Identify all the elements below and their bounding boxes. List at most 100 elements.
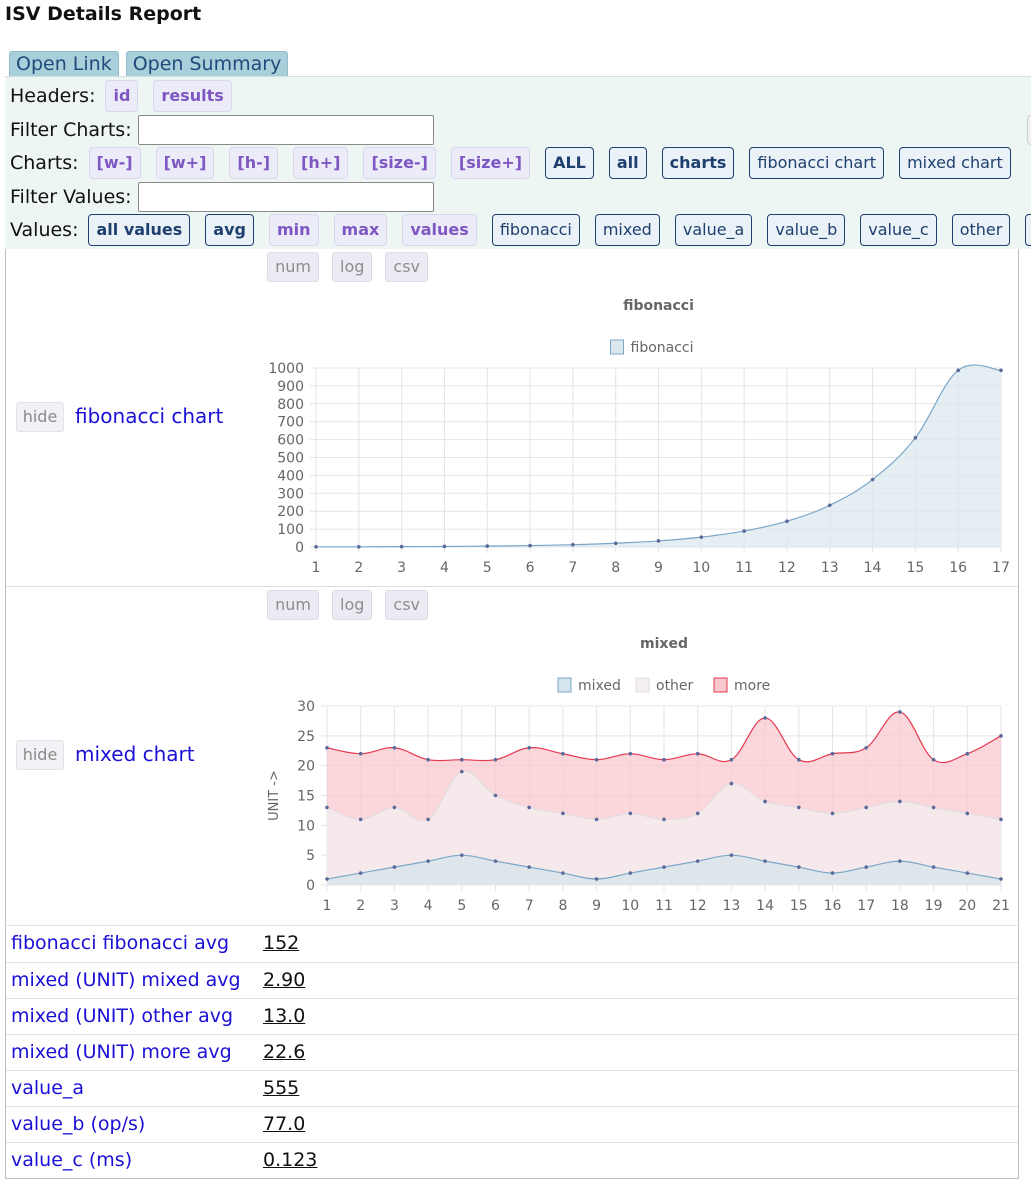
mixed-chart: mixedmixed other more0510152025301 2 3 4 5 6 7 8 9… bbox=[267, 636, 1010, 914]
data-point-fibonacci bbox=[956, 368, 960, 373]
charts-chips: [w-] [w+] [h-] [h+] [size-] [size+] ALL all char… bbox=[88, 147, 1026, 179]
values-chip-max[interactable]: max bbox=[333, 214, 388, 246]
value-link[interactable]: 0.123 bbox=[263, 1149, 317, 1171]
charts-chip-all[interactable]: ALL bbox=[545, 147, 594, 179]
data-point-mixed bbox=[999, 877, 1003, 881]
value-link[interactable]: 152 bbox=[263, 932, 299, 954]
open-link-button[interactable]: Open Link bbox=[9, 51, 119, 77]
chart-size-chip-w[interactable]: [w-] bbox=[88, 147, 141, 179]
value-link[interactable]: 2.90 bbox=[263, 969, 305, 991]
value-name: mixed (UNIT) other avg bbox=[11, 1005, 234, 1027]
filter-charts-input[interactable] bbox=[137, 115, 434, 145]
open-summary-button[interactable]: Open Summary bbox=[125, 51, 289, 77]
data-point-more bbox=[628, 751, 633, 756]
data-point-other bbox=[325, 805, 329, 810]
data-point-other bbox=[426, 817, 430, 822]
data-point-other bbox=[392, 805, 397, 810]
chart-size-chip-h[interactable]: [h-] bbox=[229, 147, 279, 179]
data-point-more bbox=[460, 757, 464, 762]
chart-size-chip-h[interactable]: [h+] bbox=[293, 147, 349, 179]
x-tick-label: 8 bbox=[611, 560, 620, 576]
x-tick-label: 17 bbox=[992, 560, 1010, 576]
values-chip-values[interactable]: values bbox=[402, 214, 477, 246]
value-chip-fibonacci[interactable]: fibonacci bbox=[491, 214, 580, 246]
data-point-other bbox=[493, 793, 498, 798]
values-label: Values: bbox=[10, 219, 79, 241]
x-tick-label: 10 bbox=[692, 560, 710, 576]
data-point-fibonacci bbox=[571, 542, 575, 547]
chart-chip-fibonacci-chart[interactable]: fibonacci chart bbox=[749, 147, 885, 179]
data-point-fibonacci bbox=[357, 545, 361, 549]
x-tick-label: 15 bbox=[906, 560, 924, 576]
y-tick-label: 300 bbox=[277, 486, 304, 502]
y-tick-label: 30 bbox=[297, 699, 315, 715]
charts-chip-all[interactable]: all bbox=[608, 147, 647, 179]
chart-size-chip-size[interactable]: [size+] bbox=[450, 147, 531, 179]
data-point-fibonacci bbox=[999, 368, 1003, 373]
value-chip-other[interactable]: other bbox=[951, 214, 1011, 246]
data-point-fibonacci bbox=[314, 545, 318, 549]
data-point-mixed bbox=[358, 871, 363, 875]
data-point-other bbox=[965, 811, 970, 816]
filter-charts-label: Filter Charts: bbox=[10, 119, 132, 141]
x-tick-label: 4 bbox=[424, 898, 433, 914]
y-tick-label: 20 bbox=[297, 759, 315, 775]
x-tick-label: 13 bbox=[821, 560, 839, 576]
value-chip-value-a[interactable]: value_a bbox=[674, 214, 753, 246]
value-row: mixed (UNIT) mixed avg 2.90 bbox=[6, 962, 1018, 998]
value-chip-value-c[interactable]: value_c bbox=[860, 214, 937, 246]
values-chip-all-values[interactable]: all values bbox=[88, 214, 191, 246]
value-link[interactable]: 555 bbox=[263, 1077, 299, 1099]
data-point-mixed bbox=[695, 859, 700, 863]
y-tick-label: 200 bbox=[277, 504, 304, 520]
y-tick-label: 25 bbox=[297, 729, 315, 745]
filter-values-label: Filter Values: bbox=[10, 186, 132, 208]
data-point-other bbox=[561, 811, 565, 816]
x-tick-label: 9 bbox=[654, 560, 663, 576]
value-name: value_b (op/s) bbox=[11, 1113, 146, 1135]
data-point-mixed bbox=[493, 859, 498, 863]
y-tick-label: 5 bbox=[306, 848, 315, 864]
mixed-chart-row: hide mixed chart num log csv mixed mixed o… bbox=[6, 586, 1018, 924]
data-point-mixed bbox=[864, 865, 868, 869]
header-chip-id[interactable]: id bbox=[105, 80, 139, 112]
y-tick-label: 0 bbox=[306, 878, 315, 894]
x-tick-label: 5 bbox=[457, 898, 466, 914]
y-tick-label: 400 bbox=[277, 468, 304, 484]
x-tick-label: 3 bbox=[390, 898, 399, 914]
chart-size-chip-size[interactable]: [size-] bbox=[363, 147, 436, 179]
values-table: fibonacci fibonacci avg 152 mixed (UNIT)… bbox=[5, 925, 1019, 1179]
data-point-other bbox=[695, 811, 700, 816]
value-link[interactable]: 13.0 bbox=[263, 1005, 305, 1027]
filter-charts-extra-button[interactable] bbox=[1027, 115, 1031, 145]
value-link[interactable]: 77.0 bbox=[263, 1113, 305, 1135]
header-chip-results[interactable]: results bbox=[153, 80, 232, 112]
y-tick-label: 600 bbox=[277, 433, 304, 449]
value-name: mixed (UNIT) mixed avg bbox=[11, 969, 241, 991]
values-chip-min[interactable]: min bbox=[268, 214, 319, 246]
x-tick-label: 2 bbox=[356, 898, 365, 914]
chart-size-chip-w[interactable]: [w+] bbox=[155, 147, 215, 179]
data-point-more bbox=[999, 734, 1003, 738]
chart-chip-mixed-chart[interactable]: mixed chart bbox=[899, 147, 1011, 179]
values-chip-avg[interactable]: avg bbox=[205, 214, 254, 246]
value-link[interactable]: 22.6 bbox=[263, 1041, 305, 1063]
x-tick-label: 16 bbox=[824, 898, 842, 914]
data-point-more bbox=[763, 716, 767, 720]
x-tick-label: 8 bbox=[558, 898, 567, 914]
charts-area: hide fibonacci chart num log csv fibonac… bbox=[5, 249, 1019, 925]
data-point-fibonacci bbox=[913, 436, 918, 440]
data-point-mixed bbox=[527, 865, 531, 869]
filter-values-row: Filter Values: bbox=[10, 182, 434, 212]
x-tick-label: 16 bbox=[949, 560, 967, 576]
y-tick-label: 800 bbox=[277, 397, 304, 413]
control-panel: Headers: id results Filter Charts: Charts… bbox=[5, 76, 1031, 249]
value-chip-mixed[interactable]: mixed bbox=[594, 214, 660, 246]
y-tick-label: 1000 bbox=[268, 361, 304, 377]
charts-chip-charts[interactable]: charts bbox=[661, 147, 735, 179]
value-chip-m[interactable]: m bbox=[1025, 214, 1031, 246]
data-point-mixed bbox=[426, 859, 430, 863]
filter-values-input[interactable] bbox=[137, 182, 434, 212]
legend-swatch-mixed bbox=[557, 677, 572, 693]
value-chip-value-b[interactable]: value_b bbox=[767, 214, 846, 246]
